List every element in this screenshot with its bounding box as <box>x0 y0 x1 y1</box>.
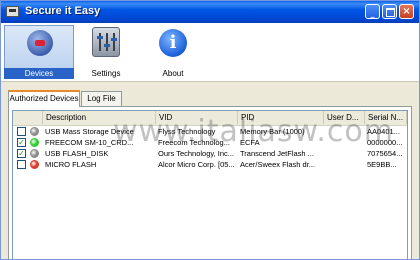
row-checkbox[interactable] <box>17 160 26 169</box>
row-checkbox[interactable] <box>17 127 26 136</box>
about-label: About <box>162 69 184 78</box>
cell-description: USB FLASH_DISK <box>45 149 109 158</box>
column-header-check[interactable] <box>13 111 43 124</box>
status-dot-icon <box>30 127 39 136</box>
cell-serial: 5E9BB... <box>367 160 397 169</box>
settings-sliders-icon <box>92 27 120 57</box>
cell-user <box>324 159 365 170</box>
close-button[interactable]: × <box>399 4 414 19</box>
minimize-button[interactable]: _ <box>365 4 380 19</box>
status-dot-icon <box>30 149 39 158</box>
cell-description: MICRO FLASH <box>45 160 97 169</box>
row-checkbox[interactable]: ✓ <box>17 138 26 147</box>
cell-serial: 7075654... <box>367 149 403 158</box>
status-dot-icon <box>30 138 39 147</box>
window-title: Secure it Easy <box>25 5 101 17</box>
tab-authorized-devices[interactable]: Authorized Devices <box>8 90 80 107</box>
cell-pid: Acer/Sweex Flash dr... <box>240 160 316 169</box>
status-dot-icon <box>30 160 39 169</box>
cell-pid: Transcend JetFlash ... <box>240 149 314 158</box>
devices-icon <box>27 30 53 56</box>
app-icon <box>6 6 19 17</box>
cell-vid: Alcor Micro Corp. [05... <box>158 160 235 169</box>
tab-log-file[interactable]: Log File <box>81 91 122 106</box>
app-window: Secure it Easy _ × Devices Settings i Ab… <box>0 0 420 260</box>
main-toolbar: Devices Settings i About <box>1 23 419 82</box>
row-checkbox[interactable]: ✓ <box>17 149 26 158</box>
title-bar[interactable]: Secure it Easy _ × <box>1 1 419 23</box>
maximize-button[interactable] <box>382 4 397 19</box>
about-tool-button[interactable]: i About <box>153 23 193 79</box>
info-icon: i <box>159 29 187 57</box>
cell-user <box>324 148 365 159</box>
table-row[interactable]: ✓ USB FLASH_DISK Ours Technology, Inc...… <box>13 148 407 159</box>
settings-label: Settings <box>91 69 121 78</box>
cell-vid: Ours Technology, Inc... <box>158 149 235 158</box>
settings-tool-button[interactable]: Settings <box>85 23 127 79</box>
devices-tool-button[interactable]: Devices <box>4 23 74 79</box>
devices-label: Devices <box>4 68 74 79</box>
watermark-text: www.italiasw.com <box>113 114 394 149</box>
table-row[interactable]: MICRO FLASH Alcor Micro Corp. [05... Ace… <box>13 159 407 170</box>
